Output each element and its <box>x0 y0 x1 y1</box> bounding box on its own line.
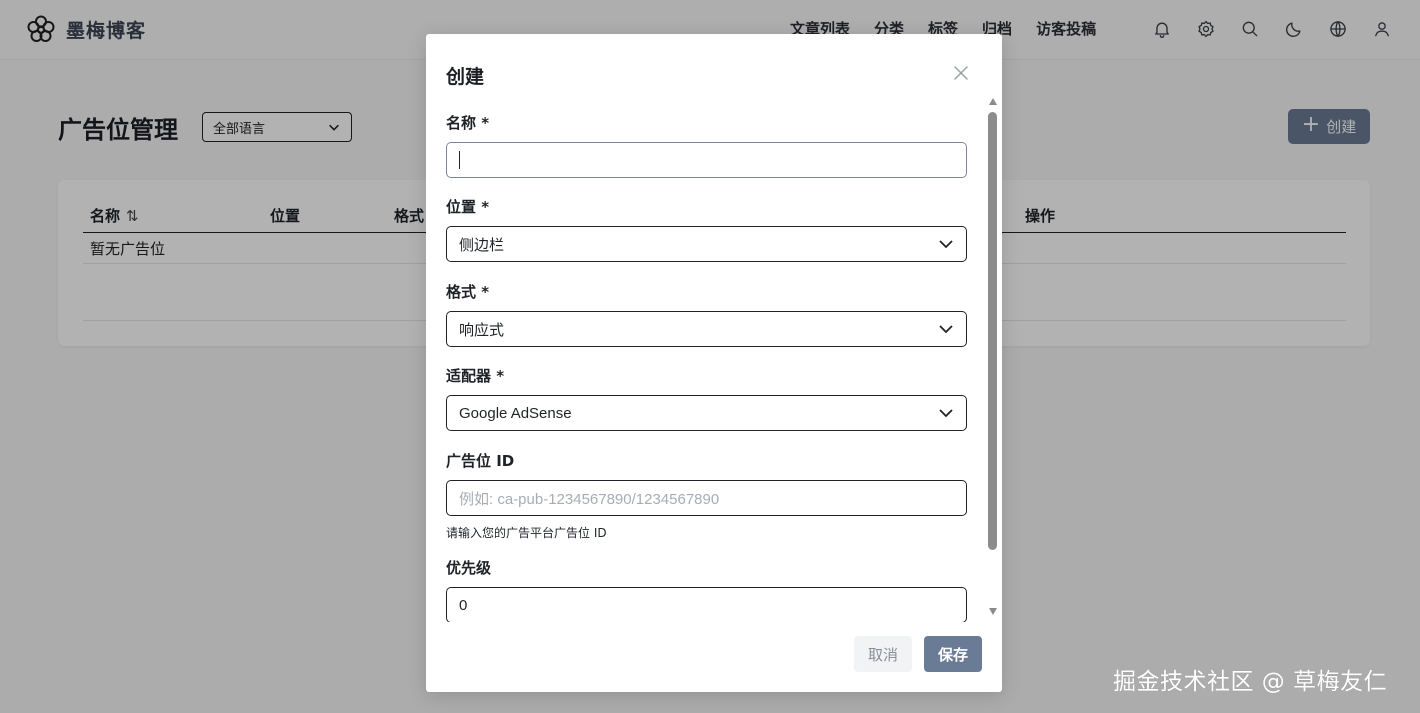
dialog-scrollbar[interactable] <box>988 98 998 618</box>
close-icon[interactable] <box>952 64 970 82</box>
format-label: 格式 * <box>446 283 490 301</box>
scroll-up-arrow-icon[interactable] <box>989 98 997 105</box>
priority-input[interactable]: 0 <box>446 587 967 622</box>
adapter-label: 适配器 * <box>446 367 505 385</box>
save-button[interactable]: 保存 <box>924 636 982 672</box>
slot-id-label: 广告位 ID <box>446 452 515 470</box>
adapter-select-value: Google AdSense <box>459 404 572 422</box>
dialog-title: 创建 <box>446 66 485 88</box>
slot-id-hint: 请输入您的广告平台广告位 ID <box>446 526 607 540</box>
format-select[interactable]: 响应式 <box>446 311 967 347</box>
position-label: 位置 * <box>446 198 490 216</box>
name-input[interactable] <box>446 142 967 178</box>
position-select[interactable]: 侧边栏 <box>446 226 967 262</box>
chevron-down-icon <box>939 240 953 249</box>
adapter-select[interactable]: Google AdSense <box>446 395 967 431</box>
cancel-button[interactable]: 取消 <box>854 636 912 672</box>
position-select-value: 侧边栏 <box>459 236 505 254</box>
chevron-down-icon <box>939 325 953 334</box>
create-ad-slot-dialog: 创建 名称 * 位置 * 侧边栏 格式 * 响应式 适配器 * Google A… <box>426 34 1002 692</box>
scroll-down-arrow-icon[interactable] <box>989 608 997 615</box>
slot-id-placeholder: 例如: ca-pub-1234567890/1234567890 <box>459 490 720 508</box>
scrollbar-thumb[interactable] <box>988 112 997 550</box>
priority-label: 优先级 <box>446 559 492 577</box>
name-label: 名称 * <box>446 114 490 132</box>
priority-value: 0 <box>459 596 468 614</box>
watermark-text: 掘金技术社区 @ 草梅友仁 <box>1113 669 1388 695</box>
chevron-down-icon <box>939 409 953 418</box>
dialog-form: 名称 * 位置 * 侧边栏 格式 * 响应式 适配器 * Google AdSe… <box>426 102 1002 622</box>
format-select-value: 响应式 <box>459 321 505 339</box>
slot-id-input[interactable]: 例如: ca-pub-1234567890/1234567890 <box>446 480 967 516</box>
text-caret <box>459 151 460 169</box>
